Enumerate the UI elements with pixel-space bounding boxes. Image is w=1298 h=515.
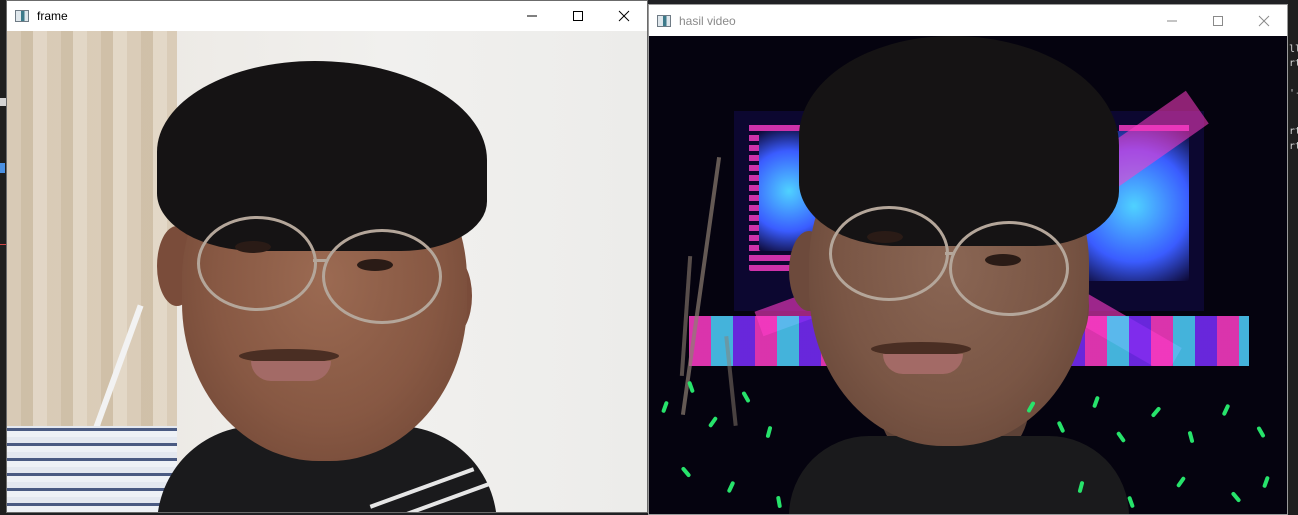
editor-mark (0, 163, 5, 173)
minimize-button[interactable] (509, 1, 555, 31)
minimize-icon (527, 15, 537, 17)
background-editor-right-edge: ll rt '- rt rt (1288, 0, 1298, 515)
glasses-lens (197, 216, 317, 311)
edge-text: '- (1289, 88, 1298, 99)
composited-video-view (649, 36, 1287, 514)
hair (799, 36, 1119, 246)
title-bar[interactable]: hasil video (649, 5, 1287, 36)
close-icon (1258, 15, 1270, 26)
minimize-icon (1167, 20, 1177, 21)
glasses-lens (322, 229, 442, 324)
edge-text: rt (1289, 58, 1298, 69)
glasses-lens (949, 221, 1069, 316)
app-icon (15, 10, 29, 22)
close-button[interactable] (1241, 5, 1287, 36)
app-icon (657, 14, 671, 27)
maximize-icon (1213, 15, 1223, 26)
edge-text: rt (1289, 141, 1298, 152)
desktop: ll rt '- rt rt frame (0, 0, 1298, 515)
mouth (251, 361, 331, 381)
hasil-video-window[interactable]: hasil video (648, 4, 1288, 515)
webcam-frame-view (7, 31, 647, 512)
clothes-pile (7, 426, 177, 512)
window-controls (509, 1, 647, 31)
close-icon (618, 10, 630, 22)
maximize-button[interactable] (1195, 5, 1241, 36)
window-controls (1149, 5, 1287, 36)
window-title: frame (37, 9, 68, 23)
glasses-lens (829, 206, 949, 301)
minimize-button[interactable] (1149, 5, 1195, 36)
edge-text: rt (1289, 126, 1298, 137)
maximize-icon (573, 11, 583, 21)
maximize-button[interactable] (555, 1, 601, 31)
shirt (789, 436, 1129, 514)
glasses-bridge (313, 259, 327, 262)
close-button[interactable] (601, 1, 647, 31)
edge-text: ll (1289, 44, 1298, 55)
mouth (883, 354, 963, 374)
frame-window[interactable]: frame (6, 0, 648, 513)
window-title: hasil video (679, 13, 736, 28)
glasses-bridge (945, 252, 955, 255)
title-bar[interactable]: frame (7, 1, 647, 31)
